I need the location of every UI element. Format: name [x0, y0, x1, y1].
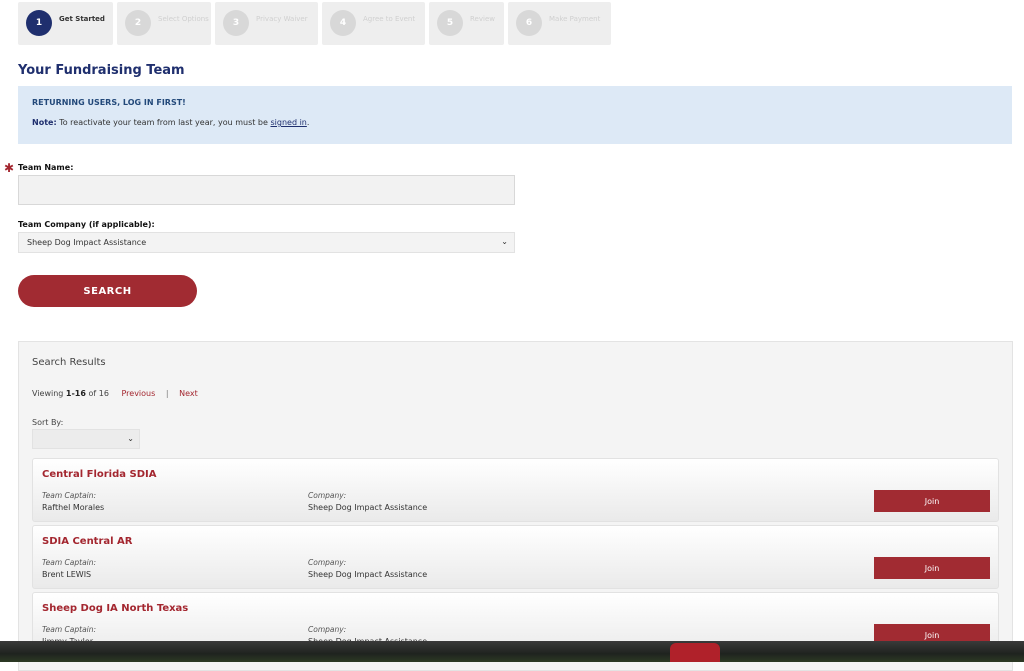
step-progress-bar: 1 Get Started 2 Select Options 3 Privacy…: [18, 2, 611, 45]
team-captain-label: Team Captain:: [42, 558, 97, 567]
step-number: 6: [516, 10, 542, 36]
step-label: Get Started: [59, 15, 105, 23]
company-value: Sheep Dog Impact Assistance: [308, 570, 428, 579]
team-captain-label: Team Captain:: [42, 491, 97, 500]
pagination: Viewing 1-16 of 16 Previous | Next: [32, 389, 198, 398]
team-company-label: Team Company (if applicable):: [18, 220, 155, 229]
join-button[interactable]: Join: [874, 557, 990, 579]
page-title: Your Fundraising Team: [18, 63, 185, 78]
team-name-link[interactable]: SDIA Central AR: [42, 536, 133, 547]
step-number: 2: [125, 10, 151, 36]
search-results-panel: Search Results Viewing 1-16 of 16 Previo…: [18, 341, 1013, 671]
step-number: 5: [437, 10, 463, 36]
signed-in-link[interactable]: signed in: [270, 118, 306, 127]
step-agree-to-event[interactable]: 4 Agree to Event: [322, 2, 425, 45]
viewing-prefix: Viewing: [32, 389, 64, 398]
step-make-payment[interactable]: 6 Make Payment: [508, 2, 611, 45]
previous-link[interactable]: Previous: [121, 389, 155, 398]
viewing-range: 1-16: [65, 389, 86, 398]
footer-photo-detail: [670, 643, 720, 662]
notice-note-end: .: [306, 118, 310, 127]
company-value: Sheep Dog Impact Assistance: [308, 503, 428, 512]
team-name-link[interactable]: Sheep Dog IA North Texas: [42, 603, 188, 614]
step-label: Agree to Event: [363, 15, 416, 23]
step-label: Privacy Waiver: [256, 15, 308, 23]
notice-heading: RETURNING USERS, LOG IN FIRST!: [32, 98, 186, 107]
company-label: Company:: [308, 558, 347, 567]
search-results-title: Search Results: [32, 357, 106, 368]
team-name-label: Team Name:: [18, 163, 74, 172]
step-label: Select Options: [158, 15, 209, 23]
next-link[interactable]: Next: [179, 389, 198, 398]
team-name-link[interactable]: Central Florida SDIA: [42, 469, 156, 480]
company-label: Company:: [308, 625, 347, 634]
pagination-separator: |: [165, 389, 169, 398]
step-number: 1: [26, 10, 52, 36]
team-captain-value: Brent LEWIS: [42, 570, 92, 579]
notice-body: Note: To reactivate your team from last …: [32, 118, 998, 127]
team-name-input[interactable]: [18, 175, 515, 205]
search-button[interactable]: SEARCH: [18, 275, 197, 307]
chevron-down-icon: ⌄: [501, 237, 508, 246]
step-select-options[interactable]: 2 Select Options: [117, 2, 211, 45]
team-captain-label: Team Captain:: [42, 625, 97, 634]
notice-note-text: To reactivate your team from last year, …: [59, 118, 268, 127]
returning-users-notice: RETURNING USERS, LOG IN FIRST! Note: To …: [18, 86, 1012, 144]
sort-by-select[interactable]: ⌄: [32, 429, 140, 449]
viewing-suffix: of 16: [88, 389, 109, 398]
team-company-selected-value: Sheep Dog Impact Assistance: [27, 238, 147, 247]
step-label: Review: [470, 15, 495, 23]
team-result-card: SDIA Central AR Team Captain: Brent LEWI…: [32, 525, 999, 589]
step-privacy-waiver[interactable]: 3 Privacy Waiver: [215, 2, 318, 45]
step-number: 3: [223, 10, 249, 36]
sort-by-label: Sort By:: [32, 418, 64, 427]
required-asterisk-icon: ✱: [4, 161, 15, 175]
notice-note-label: Note:: [32, 118, 57, 127]
company-label: Company:: [308, 491, 347, 500]
team-result-card: Central Florida SDIA Team Captain: Rafth…: [32, 458, 999, 522]
footer-background-photo: [0, 641, 1024, 662]
team-captain-value: Rafthel Morales: [42, 503, 105, 512]
step-get-started[interactable]: 1 Get Started: [18, 2, 113, 45]
join-button[interactable]: Join: [874, 490, 990, 512]
team-company-select[interactable]: Sheep Dog Impact Assistance ⌄: [18, 232, 515, 253]
step-review[interactable]: 5 Review: [429, 2, 504, 45]
step-label: Make Payment: [549, 15, 601, 23]
step-number: 4: [330, 10, 356, 36]
chevron-down-icon: ⌄: [127, 434, 134, 443]
